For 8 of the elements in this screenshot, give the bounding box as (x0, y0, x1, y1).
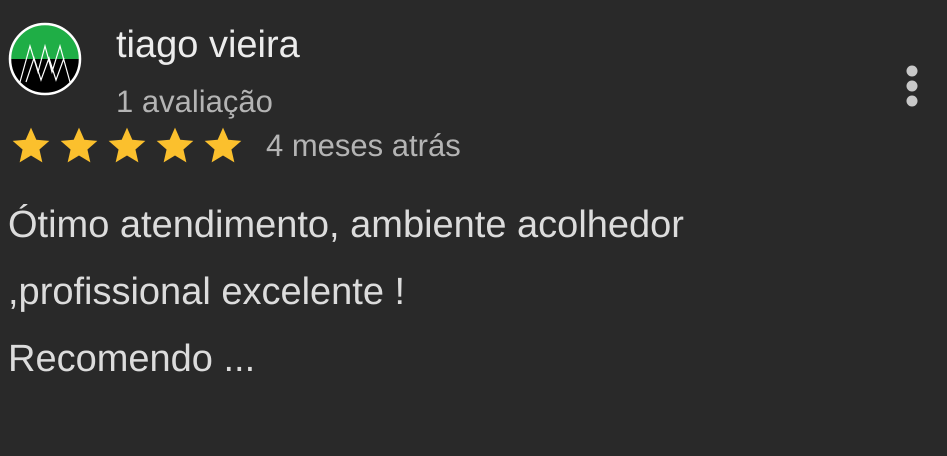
more-icon[interactable] (905, 64, 919, 108)
review-text: Recomendo ... (8, 337, 256, 382)
review-count: 1 avaliação (116, 83, 274, 121)
author-name[interactable]: tiago vieira (116, 22, 300, 68)
review-text: ,profissional excelente ! (8, 270, 406, 315)
avatar-icon (8, 22, 82, 96)
review-time: 4 meses atrás (266, 127, 461, 165)
review-text: Ótimo atendimento, ambiente acolhedor (8, 203, 685, 248)
